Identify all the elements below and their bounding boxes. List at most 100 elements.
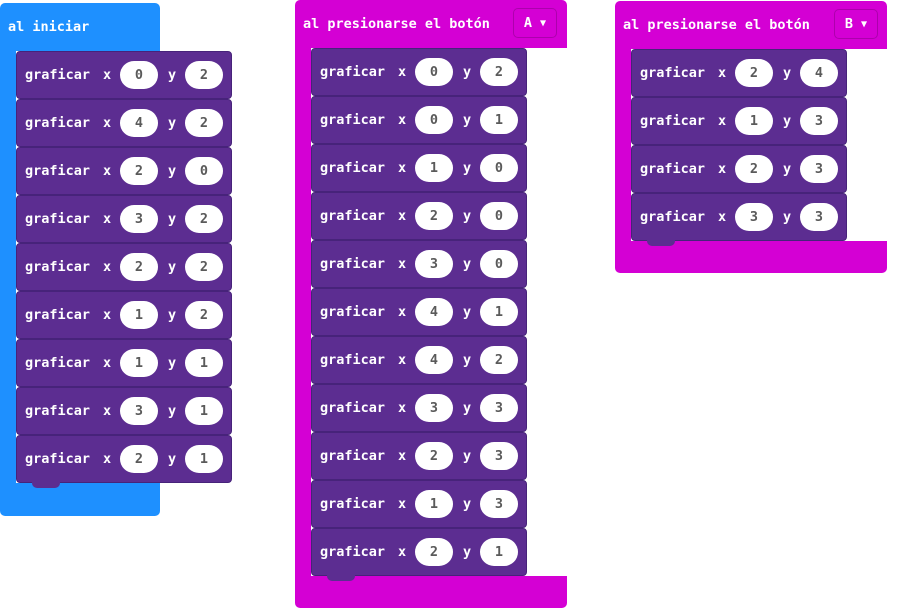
x-label: x — [103, 451, 112, 467]
x-value-input[interactable]: 1 — [735, 107, 773, 135]
y-value-input[interactable]: 0 — [480, 202, 518, 230]
plot-block[interactable]: graficar x 3 y 3 — [631, 193, 847, 241]
on-button-b-header[interactable]: al presionarse el botón B ▼ — [615, 1, 887, 49]
x-value-input[interactable]: 2 — [120, 253, 158, 281]
x-value-input[interactable]: 1 — [415, 154, 453, 182]
y-value-input[interactable]: 2 — [185, 301, 223, 329]
plot-block[interactable]: graficar x 2 y 0 — [311, 192, 527, 240]
plot-block[interactable]: graficar x 1 y 3 — [631, 97, 847, 145]
plot-block[interactable]: graficar x 3 y 3 — [311, 384, 527, 432]
plot-block[interactable]: graficar x 2 y 3 — [631, 145, 847, 193]
plot-block[interactable]: graficar x 0 y 1 — [311, 96, 527, 144]
x-value-input[interactable]: 2 — [415, 202, 453, 230]
plot-block[interactable]: graficar x 2 y 4 — [631, 49, 847, 97]
on-button-b-arm — [615, 49, 631, 241]
plot-label: graficar — [320, 352, 386, 368]
x-value-input[interactable]: 3 — [735, 203, 773, 231]
on-start-header[interactable]: al iniciar — [0, 3, 160, 51]
y-label: y — [463, 448, 472, 464]
y-value-input[interactable]: 1 — [480, 106, 518, 134]
plot-block[interactable]: graficar x 2 y 1 — [16, 435, 232, 483]
x-value-input[interactable]: 1 — [120, 349, 158, 377]
plot-block[interactable]: graficar x 2 y 0 — [16, 147, 232, 195]
plot-block[interactable]: graficar x 4 y 1 — [311, 288, 527, 336]
y-value-input[interactable]: 3 — [800, 155, 838, 183]
plot-block[interactable]: graficar x 3 y 2 — [16, 195, 232, 243]
y-value-input[interactable]: 1 — [185, 349, 223, 377]
x-value-input[interactable]: 4 — [415, 346, 453, 374]
y-value-input[interactable]: 2 — [185, 109, 223, 137]
button-b-dropdown[interactable]: B ▼ — [834, 9, 878, 39]
y-value-input[interactable]: 2 — [185, 205, 223, 233]
plot-label: graficar — [320, 256, 386, 272]
plot-block[interactable]: graficar x 2 y 1 — [311, 528, 527, 576]
x-value-input[interactable]: 2 — [120, 445, 158, 473]
y-value-input[interactable]: 3 — [800, 107, 838, 135]
plot-block[interactable]: graficar x 4 y 2 — [311, 336, 527, 384]
y-value-input[interactable]: 0 — [480, 250, 518, 278]
y-value-input[interactable]: 0 — [480, 154, 518, 182]
plot-label: graficar — [320, 160, 386, 176]
y-label: y — [168, 403, 177, 419]
y-value-input[interactable]: 3 — [480, 394, 518, 422]
on-start-event-block[interactable]: al iniciar graficar x 0 y 2 graficar x 4 y 2 grafi… — [0, 3, 232, 516]
plot-block[interactable]: graficar x 1 y 0 — [311, 144, 527, 192]
x-label: x — [398, 160, 407, 176]
plot-block[interactable]: graficar x 1 y 2 — [16, 291, 232, 339]
plot-block[interactable]: graficar x 0 y 2 — [16, 51, 232, 99]
x-label: x — [398, 496, 407, 512]
y-value-input[interactable]: 2 — [185, 61, 223, 89]
x-value-input[interactable]: 2 — [735, 155, 773, 183]
plot-label: graficar — [25, 403, 91, 419]
x-value-input[interactable]: 0 — [415, 58, 453, 86]
on-button-a-header[interactable]: al presionarse el botón A ▼ — [295, 0, 567, 48]
plot-block[interactable]: graficar x 2 y 2 — [16, 243, 232, 291]
y-value-input[interactable]: 0 — [185, 157, 223, 185]
y-label: y — [168, 115, 177, 131]
y-label: y — [168, 451, 177, 467]
plot-block[interactable]: graficar x 0 y 2 — [311, 48, 527, 96]
plot-label: graficar — [640, 209, 706, 225]
plot-block[interactable]: graficar x 3 y 0 — [311, 240, 527, 288]
x-value-input[interactable]: 2 — [735, 59, 773, 87]
on-button-a-event-block[interactable]: al presionarse el botón A ▼ graficar x 0 y 2… — [295, 0, 567, 608]
plot-label: graficar — [320, 208, 386, 224]
x-value-input[interactable]: 4 — [415, 298, 453, 326]
x-value-input[interactable]: 3 — [120, 205, 158, 233]
y-label: y — [463, 304, 472, 320]
y-value-input[interactable]: 1 — [480, 538, 518, 566]
on-button-b-event-block[interactable]: al presionarse el botón B ▼ graficar x 2 y 4… — [615, 1, 887, 273]
y-value-input[interactable]: 1 — [185, 445, 223, 473]
button-a-dropdown[interactable]: A ▼ — [513, 8, 557, 38]
x-label: x — [398, 544, 407, 560]
y-value-input[interactable]: 2 — [480, 58, 518, 86]
plot-block[interactable]: graficar x 4 y 2 — [16, 99, 232, 147]
plot-block[interactable]: graficar x 2 y 3 — [311, 432, 527, 480]
on-start-arm — [0, 51, 16, 483]
plot-block[interactable]: graficar x 3 y 1 — [16, 387, 232, 435]
plot-label: graficar — [320, 448, 386, 464]
x-value-input[interactable]: 1 — [415, 490, 453, 518]
x-value-input[interactable]: 3 — [120, 397, 158, 425]
y-value-input[interactable]: 3 — [800, 203, 838, 231]
y-value-input[interactable]: 2 — [185, 253, 223, 281]
x-value-input[interactable]: 2 — [415, 538, 453, 566]
y-value-input[interactable]: 2 — [480, 346, 518, 374]
y-value-input[interactable]: 4 — [800, 59, 838, 87]
x-value-input[interactable]: 2 — [415, 442, 453, 470]
x-value-input[interactable]: 2 — [120, 157, 158, 185]
x-label: x — [718, 209, 727, 225]
y-value-input[interactable]: 3 — [480, 442, 518, 470]
y-value-input[interactable]: 1 — [185, 397, 223, 425]
y-label: y — [168, 67, 177, 83]
x-value-input[interactable]: 1 — [120, 301, 158, 329]
x-value-input[interactable]: 0 — [120, 61, 158, 89]
y-value-input[interactable]: 1 — [480, 298, 518, 326]
x-value-input[interactable]: 4 — [120, 109, 158, 137]
x-value-input[interactable]: 0 — [415, 106, 453, 134]
x-value-input[interactable]: 3 — [415, 250, 453, 278]
x-value-input[interactable]: 3 — [415, 394, 453, 422]
plot-block[interactable]: graficar x 1 y 1 — [16, 339, 232, 387]
plot-block[interactable]: graficar x 1 y 3 — [311, 480, 527, 528]
y-value-input[interactable]: 3 — [480, 490, 518, 518]
